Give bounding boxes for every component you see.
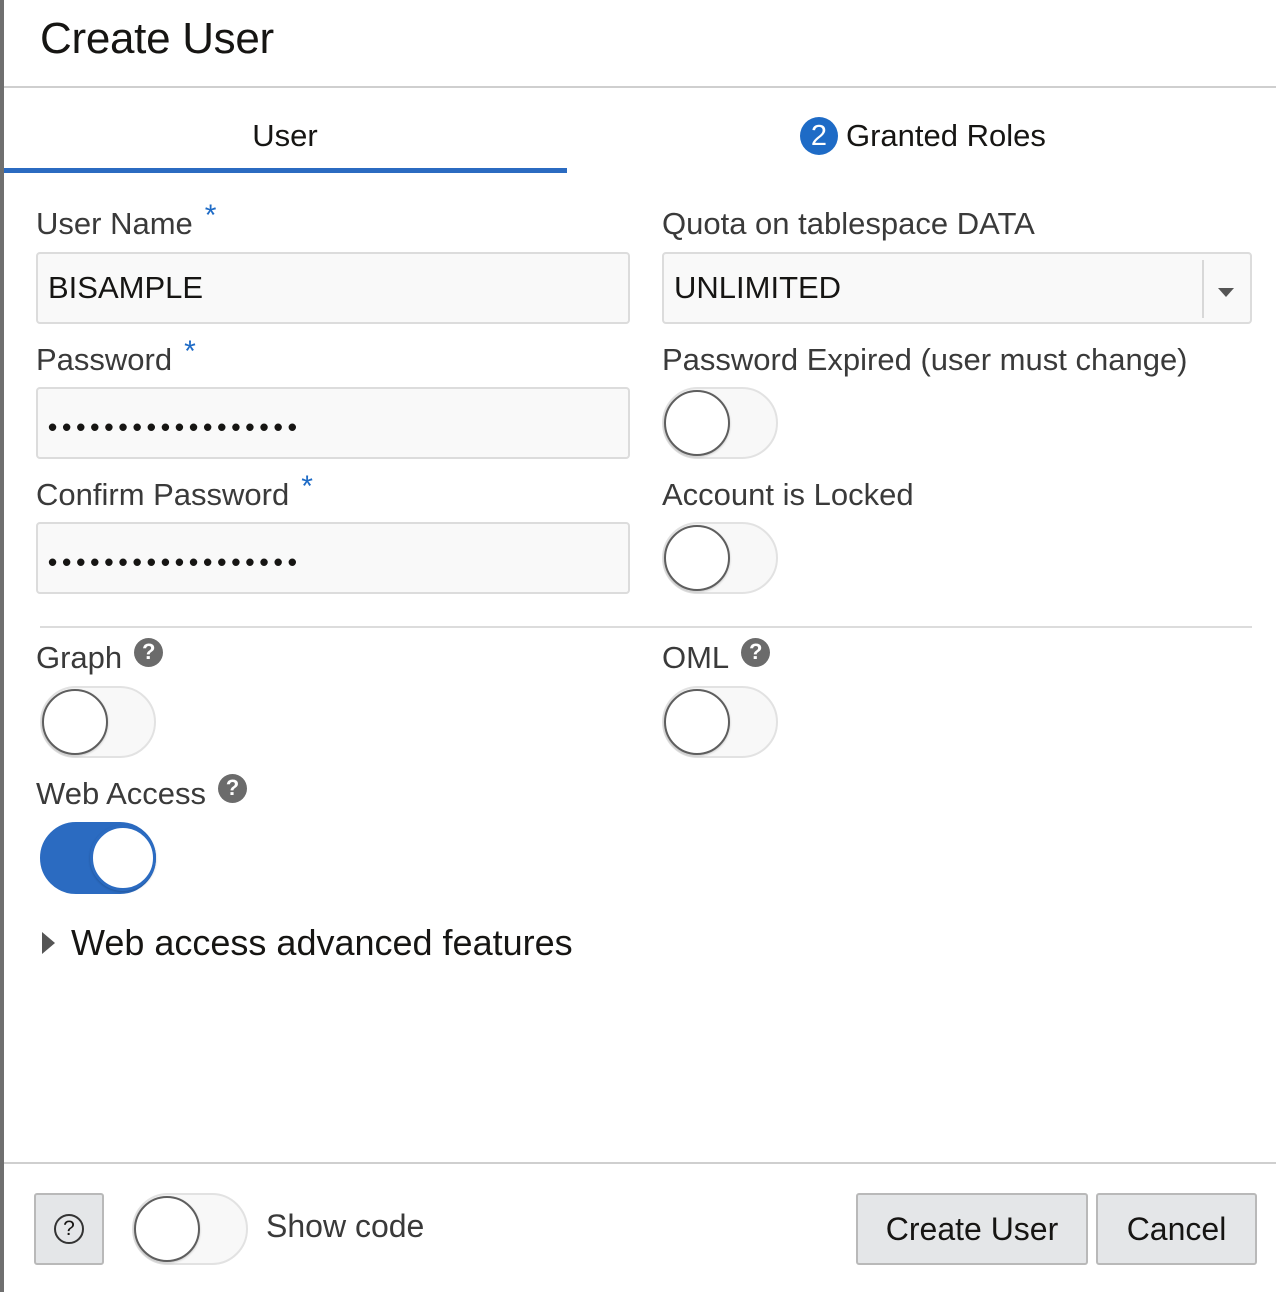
confirm-password-value: ••••••••••••••••••: [48, 546, 302, 577]
confirm-password-label-text: Confirm Password: [36, 477, 290, 512]
quota-select[interactable]: UNLIMITED: [662, 252, 1252, 324]
quota-selected-value: UNLIMITED: [674, 270, 842, 305]
graph-label-text: Graph: [36, 640, 123, 675]
user-name-label-text: User Name: [36, 206, 193, 241]
chevron-down-icon[interactable]: [1218, 288, 1234, 297]
cancel-button[interactable]: Cancel: [1096, 1193, 1257, 1265]
tab-user-label: User: [252, 118, 318, 153]
tab-granted-roles-label: Granted Roles: [846, 118, 1046, 153]
password-input[interactable]: ••••••••••••••••••: [36, 387, 630, 459]
confirm-password-label: Confirm Password *: [36, 470, 313, 513]
password-expired-toggle[interactable]: [662, 387, 778, 459]
user-name-value: BISAMPLE: [48, 270, 204, 305]
account-locked-toggle[interactable]: [662, 522, 778, 594]
account-locked-label: Account is Locked: [662, 477, 914, 513]
footer-divider: [4, 1162, 1276, 1164]
create-user-dialog: Create User User 2 Granted Roles User Na…: [0, 0, 1276, 1292]
password-expired-label-text: Password Expired (user must change): [662, 342, 1188, 377]
graph-label: Graph ?: [36, 637, 164, 676]
help-button[interactable]: ?: [34, 1193, 104, 1265]
web-access-toggle[interactable]: [40, 822, 156, 894]
oml-label-text: OML: [662, 640, 730, 675]
quota-label-text: Quota on tablespace DATA: [662, 206, 1035, 241]
help-icon[interactable]: ?: [741, 637, 771, 667]
toggle-knob: [664, 390, 730, 456]
select-divider: [1202, 260, 1204, 318]
toggle-knob: [134, 1196, 200, 1262]
create-user-button[interactable]: Create User: [856, 1193, 1088, 1265]
required-indicator: *: [301, 470, 313, 503]
required-indicator: *: [204, 199, 217, 232]
dialog-title: Create User: [40, 14, 274, 63]
confirm-password-input[interactable]: ••••••••••••••••••: [36, 522, 630, 594]
oml-toggle[interactable]: [662, 686, 778, 758]
toggle-knob: [90, 825, 156, 891]
account-locked-label-text: Account is Locked: [662, 477, 914, 512]
web-access-label: Web Access ?: [36, 773, 248, 812]
web-access-advanced-disclosure[interactable]: Web access advanced features: [42, 922, 573, 964]
web-access-advanced-label: Web access advanced features: [71, 922, 573, 963]
required-indicator: *: [184, 335, 196, 368]
help-icon[interactable]: ?: [134, 637, 164, 667]
tab-granted-roles[interactable]: 2 Granted Roles: [794, 100, 1074, 172]
toggle-knob: [664, 525, 730, 591]
user-name-label: User Name *: [36, 199, 216, 242]
password-value: ••••••••••••••••••: [48, 411, 302, 442]
oml-label: OML ?: [662, 637, 771, 676]
header-divider: [4, 86, 1276, 88]
show-code-toggle[interactable]: [132, 1193, 248, 1265]
question-circle-icon: ?: [54, 1214, 84, 1244]
graph-toggle[interactable]: [40, 686, 156, 758]
show-code-label: Show code: [266, 1208, 425, 1244]
password-expired-label: Password Expired (user must change): [662, 342, 1188, 378]
web-access-label-text: Web Access: [36, 776, 207, 811]
help-icon[interactable]: ?: [218, 773, 248, 803]
password-label: Password *: [36, 335, 196, 378]
toggle-knob: [42, 689, 108, 755]
step-badge: 2: [800, 117, 838, 155]
triangle-right-icon: [42, 932, 55, 954]
quota-label: Quota on tablespace DATA: [662, 206, 1035, 242]
toggle-knob: [664, 689, 730, 755]
user-name-input[interactable]: BISAMPLE: [36, 252, 630, 324]
section-divider: [40, 626, 1252, 628]
password-label-text: Password: [36, 342, 173, 377]
tab-user-active-indicator: [4, 168, 567, 173]
tab-user[interactable]: User: [4, 100, 566, 172]
